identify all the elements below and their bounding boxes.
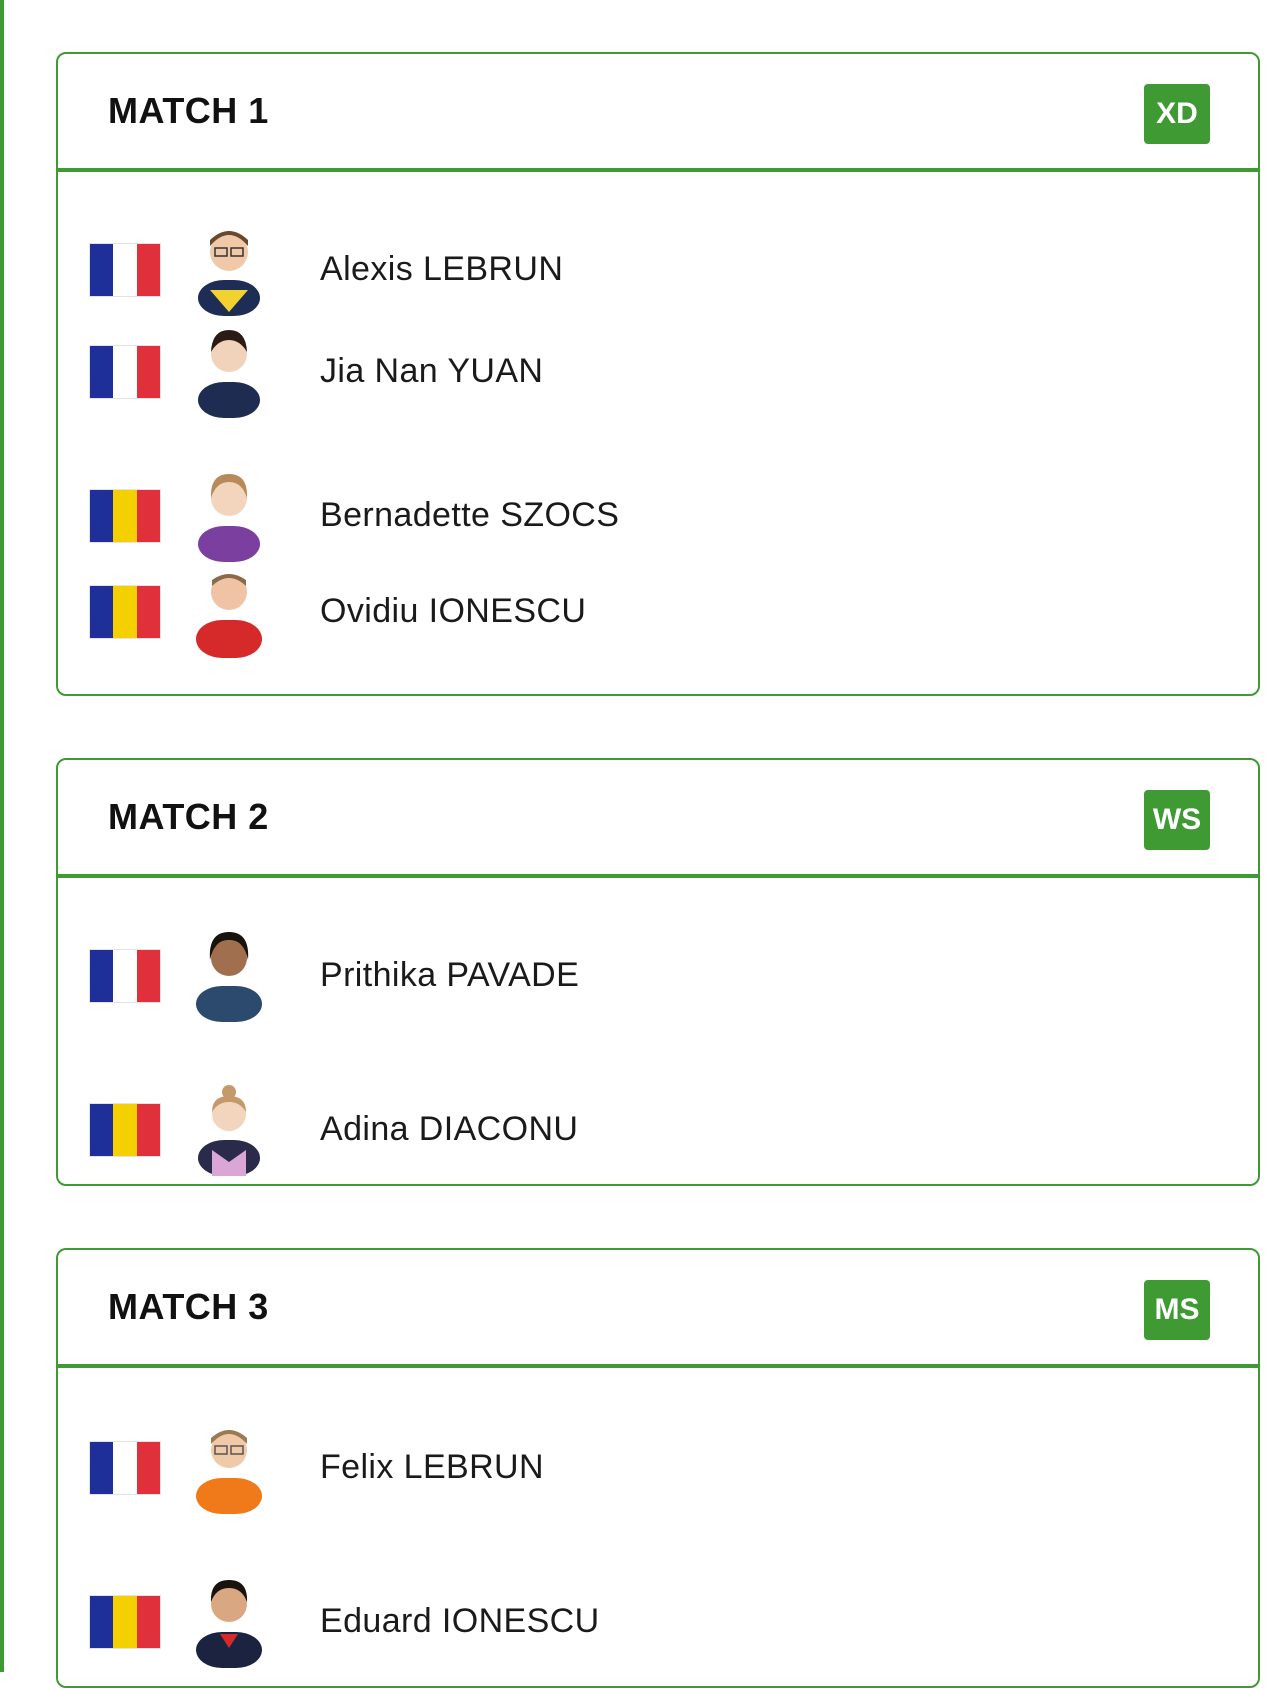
- player-avatar-icon: [198, 330, 260, 418]
- flag-romania-icon: [90, 1596, 160, 1648]
- player-avatar-icon: [198, 231, 260, 316]
- match-header: MATCH 3 MS: [58, 1250, 1258, 1368]
- flag-france-icon: [90, 950, 160, 1002]
- player-name[interactable]: Bernadette SZOCS: [320, 496, 619, 535]
- match-card-3[interactable]: MATCH 3 MS Felix LEBRUN Eduard IONESCU: [56, 1248, 1260, 1688]
- player-avatar-icon: [198, 474, 260, 562]
- player-row[interactable]: Adina DIACONU: [90, 1080, 1190, 1180]
- flag-france-icon: [90, 244, 160, 296]
- match-title: MATCH 2: [108, 796, 269, 837]
- match-title: MATCH 1: [108, 90, 269, 131]
- player-avatar-icon: [196, 932, 262, 1022]
- player-name[interactable]: Adina DIACONU: [320, 1110, 578, 1149]
- event-badge: WS: [1144, 790, 1210, 850]
- match-title: MATCH 3: [108, 1286, 269, 1327]
- player-name[interactable]: Jia Nan YUAN: [320, 352, 543, 391]
- flag-france-icon: [90, 346, 160, 398]
- player-row[interactable]: Jia Nan YUAN: [90, 322, 1190, 422]
- flag-romania-icon: [90, 1104, 160, 1156]
- match-header: MATCH 2 WS: [58, 760, 1258, 878]
- flag-romania-icon: [90, 586, 160, 638]
- player-row[interactable]: Felix LEBRUN: [90, 1418, 1190, 1518]
- player-avatar-icon: [196, 574, 262, 658]
- event-badge: XD: [1144, 84, 1210, 144]
- player-row[interactable]: Ovidiu IONESCU: [90, 562, 1190, 662]
- match-header: MATCH 1 XD: [58, 54, 1258, 172]
- player-avatar-icon: [196, 1430, 262, 1514]
- flag-france-icon: [90, 1442, 160, 1494]
- player-name[interactable]: Felix LEBRUN: [320, 1448, 544, 1487]
- player-name[interactable]: Prithika PAVADE: [320, 956, 579, 995]
- event-badge: MS: [1144, 1280, 1210, 1340]
- player-avatar-icon: [198, 1085, 260, 1176]
- match-card-2[interactable]: MATCH 2 WS Prithika PAVADE Adina DIACONU: [56, 758, 1260, 1186]
- player-row[interactable]: Prithika PAVADE: [90, 926, 1190, 1026]
- player-name[interactable]: Alexis LEBRUN: [320, 250, 563, 289]
- page-left-rule: [0, 0, 4, 1672]
- player-row[interactable]: Eduard IONESCU: [90, 1572, 1190, 1672]
- player-name[interactable]: Ovidiu IONESCU: [320, 592, 586, 631]
- player-avatar-icon: [196, 1580, 262, 1668]
- player-name[interactable]: Eduard IONESCU: [320, 1602, 600, 1641]
- flag-romania-icon: [90, 490, 160, 542]
- player-row[interactable]: Bernadette SZOCS: [90, 466, 1190, 566]
- player-row[interactable]: Alexis LEBRUN: [90, 220, 1190, 320]
- match-card-1[interactable]: MATCH 1 XD Alexis LEBRUN Jia Nan YUAN Be…: [56, 52, 1260, 696]
